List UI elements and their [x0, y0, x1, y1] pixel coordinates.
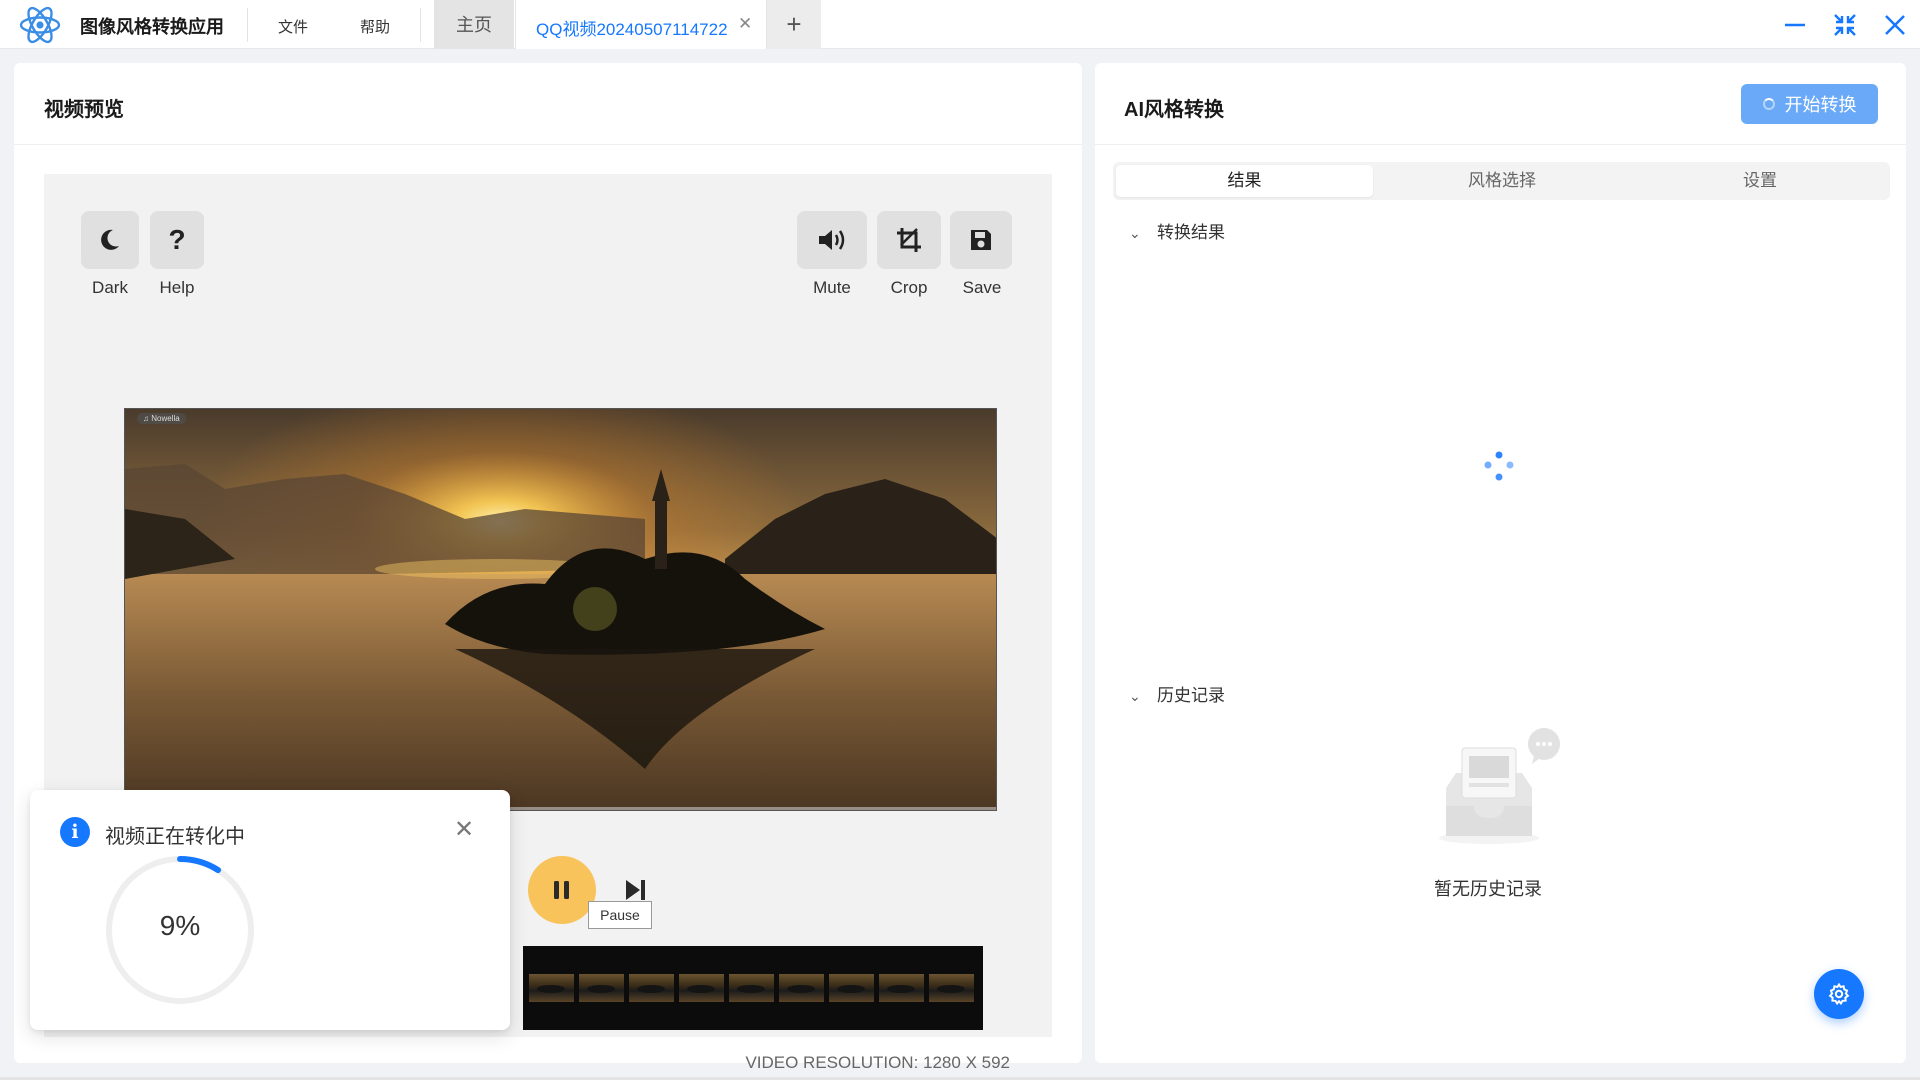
- video-frame-image: [125, 409, 996, 810]
- close-window-icon[interactable]: [1880, 10, 1910, 40]
- empty-inbox-icon: [1439, 728, 1560, 844]
- section-history-header[interactable]: ⌄ 历史记录: [1129, 681, 1225, 706]
- video-resolution: VIDEO RESOLUTION: 1280 X 592: [745, 1053, 1010, 1072]
- dark-mode-button[interactable]: [81, 211, 139, 269]
- moon-icon: [101, 229, 119, 250]
- film-thumbnail[interactable]: [879, 974, 924, 1002]
- crop-icon: [897, 228, 921, 252]
- pause-tooltip: Pause: [588, 901, 652, 929]
- notification-text: 视频正在转化中: [105, 826, 245, 848]
- chevron-down-icon: ⌄: [1129, 688, 1141, 704]
- start-conversion-button[interactable]: 开始转换: [1741, 84, 1878, 124]
- question-icon: ?: [168, 224, 186, 255]
- ai-style-panel: AI风格转换 开始转换 结果 风格选择 设置 ⌄ 转换结果 ⌄ 历史记录 暂无历史记…: [1095, 63, 1906, 1063]
- speaker-icon: [819, 230, 845, 250]
- panel-divider: [1095, 144, 1906, 145]
- start-conversion-label: 开始转换: [1784, 95, 1857, 115]
- menu-help[interactable]: 帮助: [360, 16, 390, 37]
- restore-icon[interactable]: [1830, 10, 1860, 40]
- tab-video-file-label: QQ视频20240507114722: [536, 20, 728, 39]
- help-button[interactable]: ?: [150, 211, 204, 269]
- pause-icon: [554, 881, 569, 899]
- mute-button[interactable]: [797, 211, 867, 269]
- settings-float-button[interactable]: [1814, 969, 1864, 1019]
- progress-label: 9%: [159, 910, 201, 941]
- section-result-header[interactable]: ⌄ 转换结果: [1129, 218, 1225, 243]
- crop-button[interactable]: [877, 211, 941, 269]
- gear-icon: [1828, 982, 1850, 1006]
- loading-dots-icon: [1484, 451, 1514, 481]
- title-bar: 图像风格转换应用 文件 帮助 主页 QQ视频20240507114722 ✕ +: [0, 0, 1920, 49]
- close-notification-icon[interactable]: ✕: [454, 815, 474, 844]
- conversion-notification: i 视频正在转化中 ✕ 9%: [30, 790, 510, 1030]
- loading-spinner-icon: [1762, 98, 1775, 110]
- chevron-down-icon: ⌄: [1129, 225, 1141, 241]
- tab-settings[interactable]: 设置: [1631, 165, 1889, 197]
- tab-result[interactable]: 结果: [1116, 165, 1373, 197]
- help-label: Help: [159, 278, 195, 297]
- video-badge: ♫ Nowella: [137, 413, 186, 424]
- tab-style-select[interactable]: 风格选择: [1373, 165, 1631, 197]
- app-title: 图像风格转换应用: [80, 17, 224, 37]
- tab-home[interactable]: 主页: [434, 0, 514, 49]
- tab-close-icon[interactable]: ✕: [738, 14, 752, 34]
- film-thumbnail[interactable]: [679, 974, 724, 1002]
- floppy-icon: [971, 230, 991, 250]
- panel-divider: [14, 144, 1082, 145]
- title-divider: [420, 8, 421, 42]
- info-icon: i: [60, 817, 90, 847]
- film-thumbnail[interactable]: [629, 974, 674, 1002]
- save-label: Save: [962, 278, 1002, 297]
- film-thumbnail[interactable]: [829, 974, 874, 1002]
- title-divider: [247, 8, 248, 42]
- react-logo-icon: [19, 6, 61, 44]
- pause-button[interactable]: [528, 856, 596, 924]
- video-player[interactable]: ♫ Nowella: [124, 408, 997, 811]
- menu-file[interactable]: 文件: [278, 16, 308, 37]
- result-tabs: 结果 风格选择 设置: [1113, 162, 1890, 200]
- film-thumbnail[interactable]: [779, 974, 824, 1002]
- save-button[interactable]: [950, 211, 1012, 269]
- filmstrip[interactable]: [523, 946, 983, 1030]
- section-history-label: 历史记录: [1157, 686, 1225, 705]
- film-thumbnail[interactable]: [529, 974, 574, 1002]
- film-thumbnail[interactable]: [729, 974, 774, 1002]
- film-thumbnail[interactable]: [579, 974, 624, 1002]
- panel-title: AI风格转换: [1124, 99, 1224, 121]
- film-thumbnail[interactable]: [929, 974, 974, 1002]
- panel-title: 视频预览: [44, 99, 124, 121]
- empty-history-text: 暂无历史记录: [1434, 879, 1542, 899]
- tab-video-file[interactable]: QQ视频20240507114722 ✕: [515, 0, 767, 49]
- add-tab-button[interactable]: +: [767, 0, 821, 49]
- minimize-icon[interactable]: [1780, 10, 1810, 40]
- section-result-label: 转换结果: [1157, 223, 1225, 242]
